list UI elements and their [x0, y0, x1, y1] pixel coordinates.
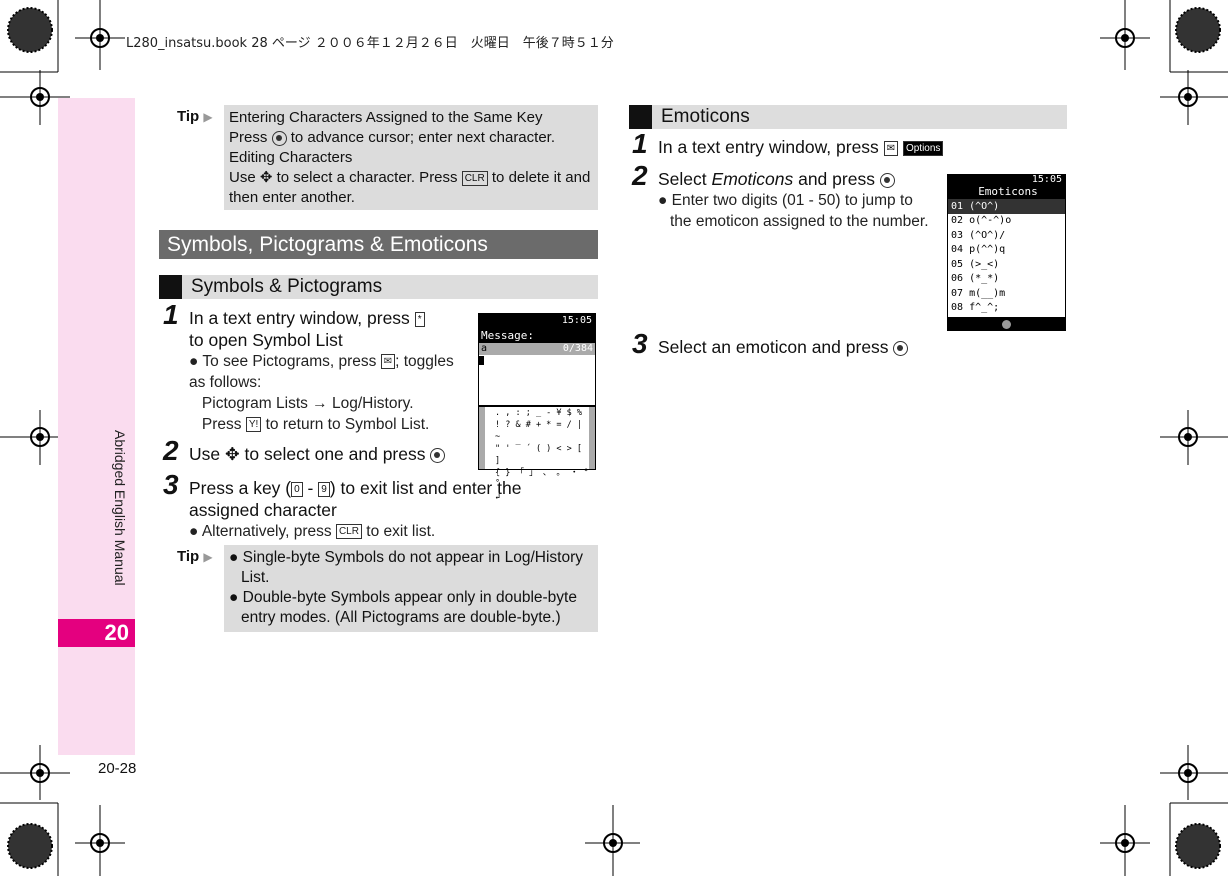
chapter-sidebar	[58, 98, 135, 755]
crop-marks	[0, 0, 1228, 876]
subsection-title: Symbols & Pictograms	[159, 275, 598, 299]
mail-key-icon: ✉	[380, 354, 396, 370]
nav-key-icon: ✥	[259, 169, 273, 186]
phone-screen-symbol-list: 15:05 Message: a 0/384 . , : ; _ - ¥ $ %!…	[478, 313, 596, 502]
mail-key-icon: ✉	[883, 140, 899, 156]
center-key-icon	[879, 172, 895, 188]
tip-label: Tip ▶	[177, 108, 213, 125]
nav-key-icon: ✥	[225, 444, 240, 464]
emoticon-item[interactable]: 07 m(__)m	[948, 287, 1065, 302]
arrow-icon: ▶	[203, 550, 213, 564]
emoticon-item[interactable]: 02 o(^-^)o	[948, 214, 1065, 229]
step-3: 3 Select an emoticon and press	[632, 330, 909, 358]
tip-title: Entering Characters Assigned to the Same…	[229, 109, 543, 126]
emoticon-item[interactable]: 03 (^O^)/	[948, 229, 1065, 244]
tip-box: Entering Characters Assigned to the Same…	[224, 105, 598, 210]
center-key-icon	[1002, 320, 1011, 329]
key-9-icon: 9	[318, 481, 330, 497]
center-key-icon	[430, 447, 446, 463]
clear-key-icon: CLR	[461, 170, 488, 186]
clear-key-icon: CLR	[335, 524, 362, 540]
step-2: 2 Use ✥ to select one and press	[163, 437, 446, 465]
options-key-icon: Options	[902, 140, 944, 156]
section-title: Symbols, Pictograms & Emoticons	[159, 230, 598, 259]
symbol-key-icon: *	[414, 311, 425, 327]
yahoo-key-icon: Y!	[245, 417, 262, 433]
tip-title: Editing Characters	[229, 149, 353, 166]
step-1: 1 In a text entry window, press ✉ Options	[632, 130, 944, 158]
page-number: 20-28	[98, 760, 137, 777]
key-0-icon: 0	[291, 481, 303, 497]
arrow-icon: ▶	[203, 110, 213, 124]
tip-box: ● Single-byte Symbols do not appear in L…	[224, 545, 598, 632]
chapter-tab: 20	[58, 619, 135, 647]
right-key-icon	[271, 130, 287, 146]
phone-screen-emoticons: 15:05 Emoticons 01 (^O^) 02 o(^-^)o 03 (…	[947, 174, 1066, 331]
emoticon-item[interactable]: 06 (*_*)	[948, 272, 1065, 287]
step-1: 1 In a text entry window, press * to open…	[163, 299, 454, 434]
center-key-icon	[893, 340, 909, 356]
emoticon-item[interactable]: 05 (>_<)	[948, 258, 1065, 273]
print-header: L280_insatsu.book 28 ページ ２００６年１２月２６日 火曜日…	[126, 36, 614, 51]
emoticon-item[interactable]: 01 (^O^)	[948, 199, 1065, 214]
step-2: 2 Select Emoticons and press ● Enter two …	[632, 160, 929, 231]
emoticon-item[interactable]: 08 f^_^;	[948, 301, 1065, 316]
subsection-title: Emoticons	[629, 105, 1067, 129]
emoticon-item[interactable]: 04 p(^^)q	[948, 243, 1065, 258]
manual-label: Abridged English Manual	[112, 430, 128, 586]
tip-label: Tip ▶	[177, 548, 213, 565]
